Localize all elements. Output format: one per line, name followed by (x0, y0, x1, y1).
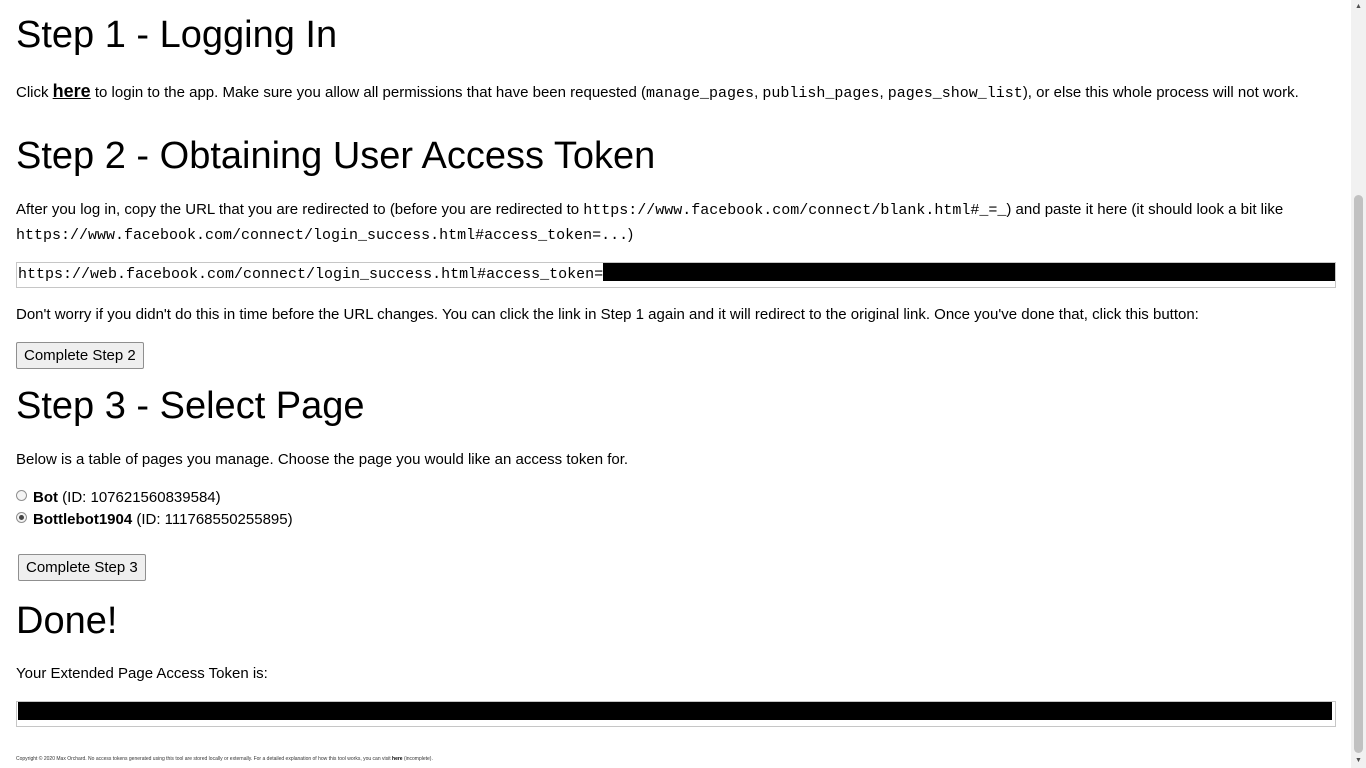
permission-publish-pages: publish_pages (762, 85, 880, 102)
permission-pages-show-list: pages_show_list (887, 85, 1023, 102)
extended-token-output[interactable] (16, 701, 1336, 727)
step1-instructions: Click here to login to the app. Make sur… (16, 81, 1299, 102)
radio-button[interactable] (16, 490, 27, 501)
page-option-bot[interactable]: Bot (ID: 107621560839584) (16, 487, 221, 509)
page-id: (ID: 107621560839584) (58, 489, 221, 506)
vertical-scrollbar[interactable]: ▲ ▼ (1351, 0, 1366, 768)
scroll-down-arrow-icon[interactable]: ▼ (1351, 754, 1366, 768)
done-heading: Done! (16, 600, 118, 642)
page-name: Bottlebot1904 (33, 511, 133, 528)
step3-heading: Step 3 - Select Page (16, 385, 365, 427)
login-link[interactable]: here (53, 81, 91, 101)
access-token-url-input[interactable]: https://web.facebook.com/connect/login_s… (16, 262, 1336, 288)
footer-link[interactable]: here (392, 756, 403, 762)
scroll-up-arrow-icon[interactable]: ▲ (1351, 0, 1366, 14)
redacted-token (603, 263, 1335, 281)
page-option-bottlebot1904[interactable]: Bottlebot1904 (ID: 111768550255895) (16, 509, 293, 531)
step1-heading: Step 1 - Logging In (16, 14, 338, 56)
permission-manage-pages: manage_pages (646, 85, 755, 102)
complete-step-3-button[interactable]: Complete Step 3 (18, 554, 146, 581)
footer: Copyright © 2020 Max Orchard. No access … (16, 756, 433, 762)
blank-url: https://www.facebook.com/connect/blank.h… (583, 202, 1007, 219)
redacted-token (18, 702, 1332, 720)
scrollbar-thumb[interactable] (1354, 195, 1363, 753)
step2-note: Don't worry if you didn't do this in tim… (16, 306, 1199, 323)
page-id: (ID: 111768550255895) (132, 511, 293, 528)
example-url: https://www.facebook.com/connect/login_s… (16, 227, 629, 244)
step2-heading: Step 2 - Obtaining User Access Token (16, 135, 656, 177)
page-name: Bot (33, 489, 58, 506)
step2-instructions: After you log in, copy the URL that you … (16, 201, 1284, 244)
radio-button-selected[interactable] (16, 512, 27, 523)
complete-step-2-button[interactable]: Complete Step 2 (16, 342, 144, 369)
token-label: Your Extended Page Access Token is: (16, 665, 268, 682)
step3-intro: Below is a table of pages you manage. Ch… (16, 451, 629, 468)
